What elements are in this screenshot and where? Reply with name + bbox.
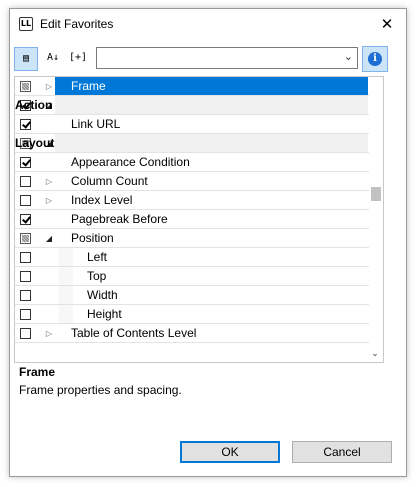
property-row[interactable]: Appearance Condition	[15, 153, 369, 172]
favorite-checkbox[interactable]	[20, 271, 31, 282]
child-indent	[59, 248, 73, 266]
child-indent	[59, 305, 73, 323]
property-row[interactable]: ◢ Layout	[15, 134, 369, 153]
toolbar: ▤ A↓ [+] ⌄ i	[14, 46, 388, 72]
property-row[interactable]: Width	[15, 286, 369, 305]
description-title: Frame	[19, 365, 56, 379]
property-search-combobox[interactable]: ⌄	[96, 47, 358, 69]
favorite-checkbox[interactable]	[20, 176, 31, 187]
favorite-checkbox[interactable]	[20, 157, 31, 168]
property-row[interactable]: ◢ Position	[15, 229, 369, 248]
property-row[interactable]: Top	[15, 267, 369, 286]
cancel-button[interactable]: Cancel	[292, 441, 392, 463]
ok-button[interactable]: OK	[180, 441, 280, 463]
property-row[interactable]: Left	[15, 248, 369, 267]
property-row[interactable]: Link URL	[15, 115, 369, 134]
app-logo-icon: LL	[19, 17, 33, 31]
favorite-checkbox[interactable]	[20, 214, 31, 225]
info-button[interactable]: i	[362, 46, 388, 72]
expand-arrow-icon[interactable]: ▷	[43, 79, 55, 94]
property-label: Width	[87, 288, 118, 302]
property-row[interactable]: Pagebreak Before	[15, 210, 369, 229]
scroll-down-arrow-icon[interactable]: ⌄	[369, 348, 381, 360]
property-row[interactable]: Height	[15, 305, 369, 324]
info-icon: i	[368, 52, 382, 66]
property-label: Action	[15, 98, 53, 112]
property-label: Position	[71, 231, 114, 245]
favorite-checkbox[interactable]	[20, 309, 31, 320]
property-label: Link URL	[71, 117, 121, 131]
property-label: Height	[87, 307, 122, 321]
favorite-checkbox[interactable]	[20, 195, 31, 206]
property-row[interactable]: ▷ Index Level	[15, 191, 369, 210]
child-indent	[59, 286, 73, 304]
categorized-view-button[interactable]: ▤	[14, 47, 38, 71]
expand-arrow-icon[interactable]: ▷	[43, 174, 55, 189]
description-text: Frame properties and spacing.	[19, 383, 182, 397]
window-title: Edit Favorites	[40, 17, 114, 31]
property-label: Table of Contents Level	[71, 326, 197, 340]
property-label: Top	[87, 269, 107, 283]
close-icon[interactable]: ✕	[376, 13, 398, 35]
child-indent	[59, 267, 73, 285]
property-row[interactable]: ▷ Frame	[15, 77, 369, 96]
property-row[interactable]: ◢ Action	[15, 96, 369, 115]
favorite-checkbox[interactable]	[20, 81, 31, 92]
favorite-checkbox[interactable]	[20, 119, 31, 130]
scrollbar-thumb[interactable]	[371, 187, 381, 201]
property-label: Pagebreak Before	[71, 212, 168, 226]
category-background	[55, 96, 368, 114]
favorite-checkbox[interactable]	[20, 252, 31, 263]
sort-alphabetical-button[interactable]: A↓	[41, 47, 65, 71]
expand-all-button[interactable]: [+]	[66, 47, 90, 71]
property-label: Frame	[71, 79, 106, 93]
categorized-icon: ▤	[22, 53, 30, 64]
sort-az-icon: A↓	[46, 52, 60, 63]
property-label: Left	[87, 250, 108, 264]
favorite-checkbox[interactable]	[20, 290, 31, 301]
expand-all-icon: [+]	[68, 52, 88, 63]
vertical-scrollbar[interactable]: ⌄	[367, 77, 383, 362]
property-label: Layout	[15, 136, 55, 150]
favorite-checkbox[interactable]	[20, 328, 31, 339]
property-label: Appearance Condition	[71, 155, 190, 169]
title-bar: LL Edit Favorites ✕	[10, 9, 406, 39]
expand-arrow-icon[interactable]: ▷	[43, 193, 55, 208]
collapse-arrow-icon[interactable]: ◢	[43, 231, 55, 246]
category-background	[55, 134, 368, 152]
property-row[interactable]: ▷ Table of Contents Level	[15, 324, 369, 343]
property-label: Index Level	[71, 193, 133, 207]
property-label: Column Count	[71, 174, 148, 188]
property-grid: ⌄ ▷ Frame ◢ Action Link URL ◢ Layout Appearance…	[14, 76, 384, 363]
expand-arrow-icon[interactable]: ▷	[43, 326, 55, 341]
chevron-down-icon[interactable]: ⌄	[344, 50, 353, 63]
property-row[interactable]: ▷ Column Count	[15, 172, 369, 191]
search-input[interactable]	[99, 49, 343, 69]
favorite-checkbox[interactable]	[20, 233, 31, 244]
